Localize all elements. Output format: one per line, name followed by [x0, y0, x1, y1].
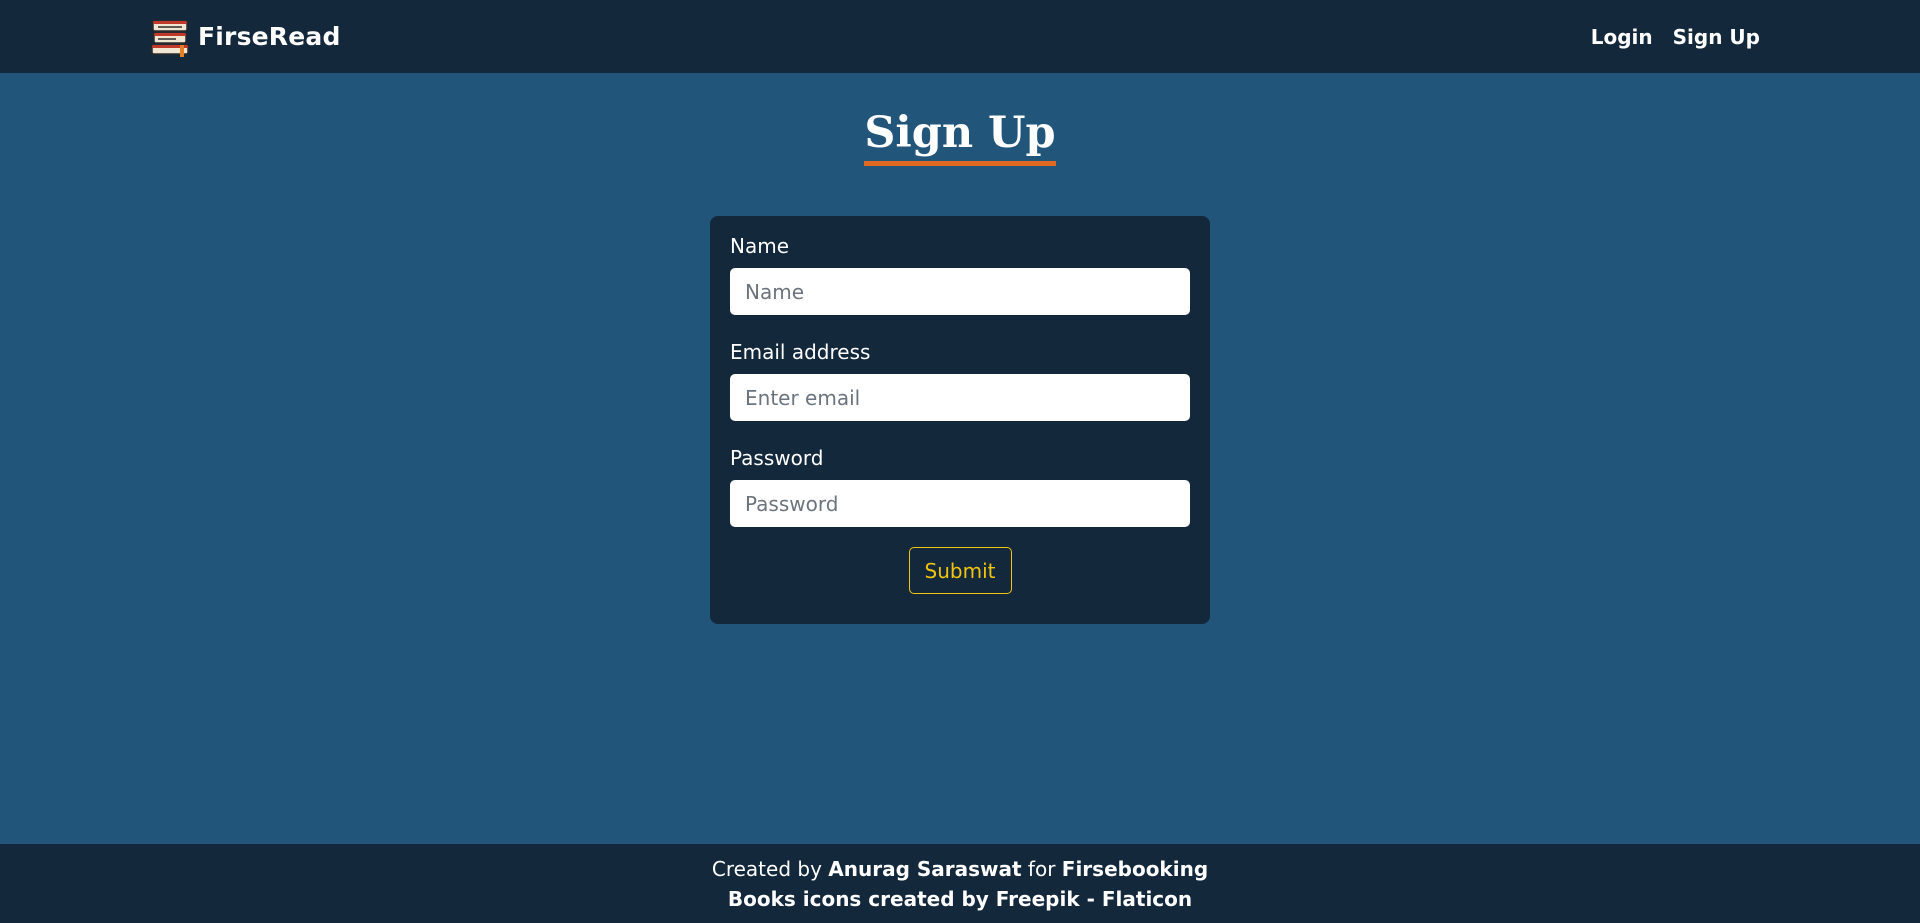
submit-row: Submit	[730, 547, 1190, 594]
footer-attribution[interactable]: Books icons created by Freepik - Flatico…	[728, 887, 1192, 911]
books-stack-icon	[151, 19, 189, 57]
footer-prefix: Created by	[711, 856, 822, 881]
brand-link[interactable]: FirseRead	[150, 17, 341, 57]
signup-form: Name Email address Password Submit	[710, 216, 1210, 624]
top-navbar: FirseRead Login Sign Up	[0, 0, 1920, 73]
page-footer: Created by Anurag Saraswat for Firsebook…	[0, 844, 1920, 923]
nav-links: Login Sign Up	[1591, 25, 1760, 49]
footer-project: Firsebooking	[1061, 856, 1209, 881]
password-field-group: Password	[730, 448, 1190, 527]
name-input[interactable]	[730, 268, 1190, 315]
footer-author: Anurag Saraswat	[828, 856, 1022, 881]
password-input[interactable]	[730, 480, 1190, 527]
page-title: Sign Up	[864, 105, 1056, 166]
name-field-group: Name	[730, 236, 1190, 315]
email-field-group: Email address	[730, 342, 1190, 421]
nav-signup-link[interactable]: Sign Up	[1673, 25, 1760, 49]
footer-middle: for	[1027, 856, 1056, 881]
page-title-wrap: Sign Up	[0, 105, 1920, 166]
submit-button[interactable]: Submit	[908, 547, 1012, 594]
email-input[interactable]	[730, 374, 1190, 421]
footer-credit-line: Created by Anurag Saraswat for Firsebook…	[712, 856, 1208, 882]
password-label: Password	[730, 446, 824, 470]
footer-attribution-line: Books icons created by Freepik - Flatico…	[728, 886, 1192, 912]
brand-name: FirseRead	[198, 22, 341, 51]
name-label: Name	[730, 234, 790, 258]
nav-login-link[interactable]: Login	[1591, 25, 1653, 49]
email-label: Email address	[730, 340, 871, 364]
